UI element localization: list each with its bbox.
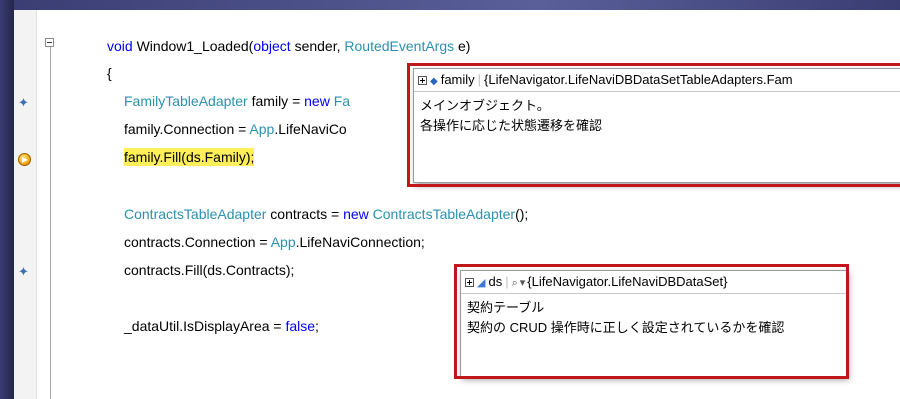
- callout-highlight-box: [454, 264, 849, 379]
- code-line-contracts-declaration[interactable]: ContractsTableAdapter contracts = new Co…: [124, 205, 528, 223]
- code-text: Window1_Loaded(: [132, 38, 254, 54]
- code-line-method-signature[interactable]: void Window1_Loaded(object sender, Route…: [107, 37, 470, 55]
- code-line-contracts-connection[interactable]: contracts.Connection = App.LifeNaviConne…: [124, 233, 425, 251]
- collapse-toggle[interactable]: [45, 38, 54, 47]
- type-name: App: [270, 234, 296, 250]
- code-text: ();: [515, 206, 529, 222]
- code-text: .LifeNaviConnection;: [295, 234, 425, 250]
- code-text: contracts.Connection =: [124, 234, 271, 250]
- type-name: RoutedEventArgs: [344, 38, 455, 54]
- code-line-family-connection[interactable]: family.Connection = App.LifeNaviCo: [124, 120, 347, 138]
- code-text: _dataUtil.IsDisplayArea =: [124, 318, 286, 334]
- outline-bar: [50, 45, 51, 399]
- code-text: family.Connection =: [124, 121, 250, 137]
- type-name: Fa: [333, 93, 351, 109]
- code-line-open-brace[interactable]: {: [107, 64, 112, 82]
- callout-highlight-box: [407, 63, 900, 187]
- execution-pointer-icon[interactable]: [18, 153, 31, 166]
- keyword: object: [253, 38, 291, 54]
- code-text: sender,: [290, 38, 345, 54]
- code-line-current-statement[interactable]: family.Fill(ds.Family);: [124, 148, 255, 166]
- type-name: ContractsTableAdapter: [124, 206, 267, 222]
- type-name: FamilyTableAdapter: [124, 93, 248, 109]
- code-line-display-area[interactable]: _dataUtil.IsDisplayArea = false;: [124, 317, 319, 335]
- keyword: new: [304, 93, 330, 109]
- keyword: false: [285, 318, 316, 334]
- keyword: new: [343, 206, 369, 222]
- window-frame-left: [0, 0, 14, 399]
- code-line-contracts-fill[interactable]: contracts.Fill(ds.Contracts);: [124, 261, 294, 279]
- keyword: void: [107, 38, 133, 54]
- window-frame-top: [0, 0, 900, 10]
- bookmark-pin-icon[interactable]: ✦: [18, 265, 29, 278]
- type-name: ContractsTableAdapter: [372, 206, 516, 222]
- code-text: e): [454, 38, 471, 54]
- code-text: contracts =: [266, 206, 344, 222]
- indicator-margin[interactable]: [14, 10, 37, 399]
- type-name: App: [249, 121, 275, 137]
- code-text: .LifeNaviCo: [274, 121, 347, 137]
- code-text: family =: [247, 93, 305, 109]
- code-line-family-declaration[interactable]: FamilyTableAdapter family = new Fa: [124, 92, 350, 110]
- code-text: ;: [315, 318, 319, 334]
- bookmark-pin-icon[interactable]: ✦: [18, 96, 29, 109]
